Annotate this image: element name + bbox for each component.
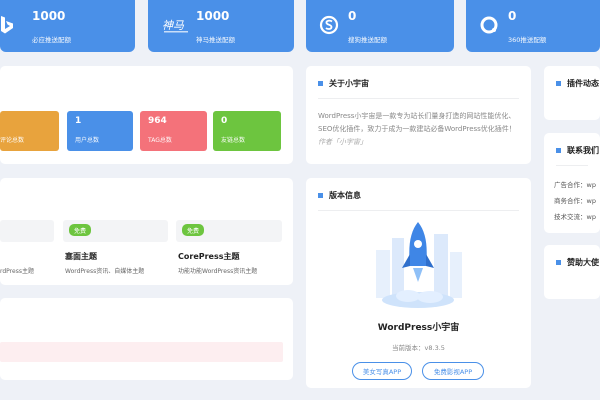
card-title: 赞助大使 — [556, 257, 599, 268]
contact-tech: 技术交流：wp — [554, 213, 596, 221]
stat-label: 360推送配额 — [508, 36, 547, 44]
theme-desc: rdPress主题 — [0, 268, 34, 275]
site-stats-card: 评论总数 1 用户总数 964 TAG总数 0 友链总数 — [0, 66, 293, 164]
about-author: 作者「小宇宙」 — [318, 138, 367, 146]
version-title: 版本信息 — [329, 191, 361, 200]
version-card: 版本信息 WordPress小宇宙 当前版本：v8.3.5 美女写真APP 免费… — [306, 178, 531, 388]
stat-label: 必应推送配额 — [32, 36, 71, 44]
free-video-app-button[interactable]: 免费影视APP — [422, 362, 484, 380]
about-description: WordPress小宇宙是一款专为站长们量身打造的网站性能优化、SEO优化插件，… — [318, 112, 516, 133]
count-label: 用户总数 — [75, 137, 100, 144]
about-card: 关于小宇宙 WordPress小宇宙是一款专为站长们量身打造的网站性能优化、SE… — [306, 66, 531, 164]
theme-thumbnail[interactable]: 免费 — [63, 220, 168, 242]
count-label: TAG总数 — [148, 137, 172, 144]
about-text: WordPress小宇宙是一款专为站长们量身打造的网站性能优化、SEO优化插件，… — [318, 110, 521, 149]
notice-bar — [0, 342, 283, 362]
stat-card-shenma: 神马 1000 神马推送配额 — [148, 0, 294, 52]
card-title: 关于小宇宙 — [318, 78, 369, 89]
stat-label: 搜狗推送配额 — [348, 36, 387, 44]
divider — [556, 165, 588, 166]
beauty-photo-app-button[interactable]: 美女写真APP — [352, 362, 412, 380]
notice-card — [0, 298, 293, 380]
free-badge: 免费 — [69, 224, 91, 236]
theme-desc: 功能功能WordPress资讯主题 — [178, 268, 258, 275]
stat-card-sogou: 0 搜狗推送配额 — [306, 0, 454, 52]
contact-ad: 广告合作：wp — [554, 181, 596, 189]
plugin-news-card: 插件动态 — [544, 66, 600, 120]
divider — [318, 210, 519, 211]
title-mark-icon — [318, 193, 323, 198]
recommended-themes-card: rdPress主题 免费 塞面主题 WordPress资讯、自媒体主题 免费 C… — [0, 178, 293, 285]
svg-text:神马: 神马 — [162, 19, 185, 32]
count-label: 友链总数 — [221, 137, 246, 144]
stat-value: 0 — [508, 9, 517, 23]
theme-thumbnail[interactable] — [0, 220, 54, 242]
card-title: 联系我们 — [556, 145, 599, 156]
sponsor-title: 赞助大使 — [567, 258, 599, 267]
theme-desc: WordPress资讯、自媒体主题 — [65, 268, 145, 275]
stat-value: 1000 — [196, 9, 230, 23]
count-value: 0 — [221, 116, 228, 126]
title-mark-icon — [318, 81, 323, 86]
count-value: 964 — [148, 116, 167, 126]
contact-card: 联系我们 广告合作：wp 商务合作：wp 技术交流：wp — [544, 133, 600, 233]
count-label: 评论总数 — [0, 137, 25, 144]
title-mark-icon — [556, 148, 561, 153]
contact-business: 商务合作：wp — [554, 197, 596, 205]
comment-count-tile: 评论总数 — [0, 111, 59, 151]
contact-title: 联系我们 — [567, 146, 599, 155]
title-mark-icon — [556, 260, 561, 265]
sponsor-card: 赞助大使 — [544, 245, 600, 299]
sogou-icon — [318, 14, 340, 36]
count-value: 1 — [75, 116, 82, 126]
about-title: 关于小宇宙 — [329, 79, 369, 88]
title-mark-icon — [556, 81, 561, 86]
card-title: 插件动态 — [556, 78, 599, 89]
link-count-tile: 0 友链总数 — [213, 111, 281, 151]
360-icon — [478, 14, 500, 36]
bing-icon — [0, 14, 18, 36]
theme-name[interactable]: CorePress主题 — [178, 251, 240, 262]
tag-count-tile: 964 TAG总数 — [140, 111, 207, 151]
user-count-tile: 1 用户总数 — [67, 111, 133, 151]
stat-value: 0 — [348, 9, 357, 23]
stat-value: 1000 — [32, 9, 66, 23]
shenma-icon: 神马 — [162, 14, 192, 36]
plugin-news-title: 插件动态 — [567, 79, 599, 88]
theme-thumbnail[interactable]: 免费 — [176, 220, 282, 242]
theme-name[interactable]: 塞面主题 — [65, 251, 97, 262]
plugin-name: WordPress小宇宙 — [377, 323, 460, 333]
rocket-illustration — [376, 222, 462, 308]
card-title: 版本信息 — [318, 190, 361, 201]
free-badge: 免费 — [182, 224, 204, 236]
stat-card-360: 0 360推送配额 — [466, 0, 600, 52]
stat-label: 神马推送配额 — [196, 36, 235, 44]
current-version: 当前版本：v8.3.5 — [392, 344, 445, 352]
divider — [318, 98, 519, 99]
stat-card-bing: 1000 必应推送配额 — [0, 0, 135, 52]
